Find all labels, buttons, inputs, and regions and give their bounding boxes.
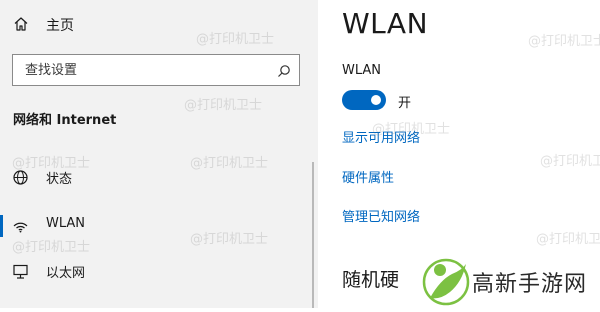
hardware-properties-link[interactable]: 硬件属性 [342,167,394,186]
search-icon[interactable] [277,63,291,77]
wifi-icon [12,217,29,234]
active-indicator [0,215,3,237]
sidebar-home[interactable]: 主页 [0,6,318,42]
toggle-knob [371,95,381,105]
toggle-state-label: 开 [398,96,412,111]
search-input[interactable] [25,62,265,78]
ethernet-icon [12,263,29,280]
sidebar-item-status[interactable]: 状态 [0,157,310,197]
manage-known-networks-link[interactable]: 管理已知网络 [342,206,420,225]
globe-icon [12,169,29,186]
show-available-networks-link[interactable]: 显示可用网络 [342,127,420,146]
section-title: 网络和 Internet [13,113,117,128]
search-box[interactable] [12,54,300,86]
brand-logo: 高新手游网 [412,250,600,308]
brand-mark-icon [418,252,474,308]
brand-text: 高新手游网 [472,272,588,297]
sidebar-scrollbar[interactable] [312,162,314,308]
sidebar-item-label: 状态 [46,172,73,187]
sidebar-item-wlan[interactable]: WLAN [0,205,310,245]
sidebar-item-label: WLAN [46,216,86,231]
home-label: 主页 [46,18,74,34]
random-hardware-heading: 随机硬 [342,269,400,291]
wlan-setting-label: WLAN [342,63,382,78]
home-icon [13,16,29,32]
sidebar-item-ethernet[interactable]: 以太网 [0,251,310,291]
sidebar: 主页 网络和 Internet 状态 [0,0,318,308]
wlan-toggle[interactable] [342,90,386,110]
sidebar-item-label: 以太网 [46,266,86,281]
page-title: WLAN [342,7,429,40]
